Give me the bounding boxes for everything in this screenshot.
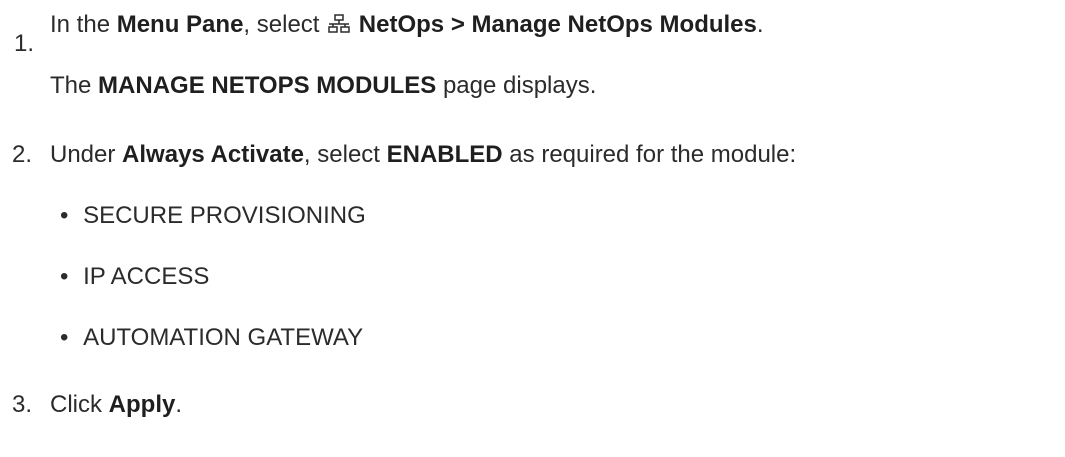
- step-result: The MANAGE NETOPS MODULES page displays.: [50, 72, 596, 100]
- bullet-glyph: •: [60, 324, 69, 351]
- instruction-text: In the: [50, 11, 117, 38]
- page-name-label: MANAGE NETOPS MODULES: [98, 72, 437, 99]
- network-icon: [328, 14, 350, 33]
- step-instruction: In the Menu Pane, select NetOps > Manage…: [50, 11, 764, 39]
- instruction-text: Under: [50, 141, 123, 168]
- step-instruction: Click Apply.: [50, 391, 182, 419]
- bullet-glyph: •: [60, 263, 69, 290]
- apply-label: Apply: [108, 391, 176, 418]
- step-number: 1.: [14, 30, 35, 57]
- bullet-glyph: •: [60, 202, 69, 229]
- instruction-text: Click: [50, 391, 109, 418]
- enabled-label: ENABLED: [386, 141, 503, 168]
- bullet-text: AUTOMATION GATEWAY: [83, 324, 364, 351]
- always-activate-label: Always Activate: [122, 141, 304, 168]
- menu-pane-label: Menu Pane: [116, 11, 244, 38]
- step-instruction: Under Always Activate, select ENABLED as…: [50, 141, 796, 169]
- instruction-text: .: [175, 391, 183, 418]
- menu-path-label: NetOps > Manage NetOps Modules: [358, 11, 757, 38]
- instruction-text: , select: [303, 141, 387, 168]
- bullet-text: SECURE PROVISIONING: [83, 202, 366, 229]
- bullet-text: IP ACCESS: [83, 263, 210, 290]
- step-number: 3.: [12, 391, 33, 418]
- result-text: The: [50, 72, 99, 99]
- instruction-text: as required for the module:: [502, 141, 797, 168]
- step-number: 2.: [12, 141, 33, 168]
- bullet-item: • IP ACCESS: [60, 263, 209, 291]
- result-text: page displays.: [436, 72, 597, 99]
- instruction-text: .: [756, 11, 764, 38]
- bullet-item: • SECURE PROVISIONING: [60, 202, 366, 230]
- bullet-item: • AUTOMATION GATEWAY: [60, 324, 363, 352]
- instruction-text: , select: [243, 11, 327, 38]
